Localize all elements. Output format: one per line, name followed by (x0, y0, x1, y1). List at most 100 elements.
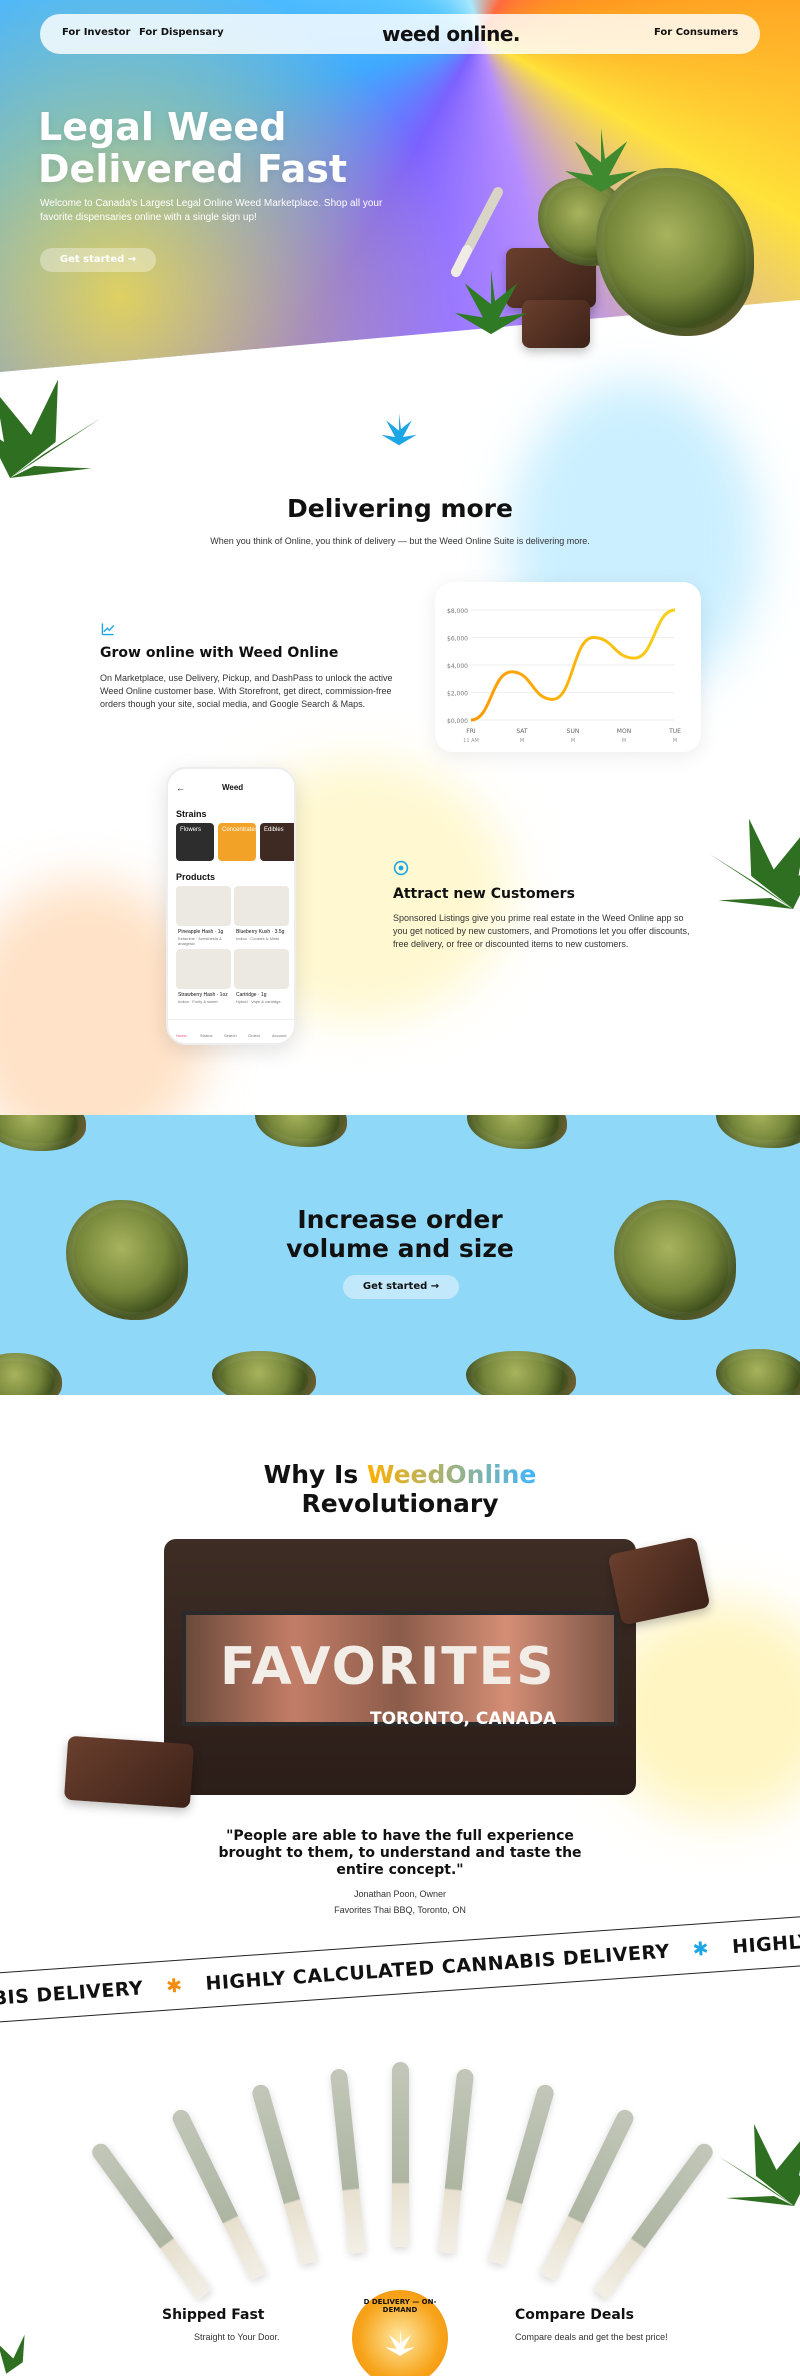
product-image[interactable] (176, 949, 231, 989)
revenue-line-chart: $8,000 $6,000 $4,000 $2,000 $0,000 FRI 11 AM SA… (447, 608, 681, 744)
bud-image (212, 1351, 316, 1395)
testimonial-quote: "People are able to have the full experi… (218, 1828, 582, 1878)
delivering-title: Delivering more (287, 494, 513, 523)
nav-link-consumers[interactable]: For Consumers (654, 27, 738, 38)
product-meta: Ketamine · Anesthesia & analgesic (178, 936, 222, 946)
why-title: Why Is WeedOnline Revolutionary (0, 1460, 800, 1518)
hero-title-line1: Legal Weed (38, 105, 287, 149)
order-title-line2: volume and size (286, 1234, 514, 1263)
joint-image (329, 2068, 366, 2254)
strain-tile-concentrates[interactable]: Concentrates (218, 823, 258, 861)
why-brand: WeedOnline (366, 1460, 537, 1489)
revenue-chart-card: $8,000 $6,000 $4,000 $2,000 $0,000 FRI 11 AM SA… (435, 582, 701, 752)
bud-image (716, 1349, 800, 1395)
shipped-fast-subtitle: Straight to Your Door. (194, 2332, 280, 2342)
strain-tile-edibles[interactable]: Edibles (260, 823, 294, 861)
hero-title: Legal Weed Delivered Fast (38, 106, 458, 190)
product-meta: Hybrid · Vape & cartridge (236, 999, 281, 1004)
top-nav: For Investor For Dispensary weed online.… (40, 14, 760, 54)
chart-x-tick: SAT (516, 728, 528, 735)
tab-account[interactable]: Account (272, 1033, 286, 1038)
strain-tile-flowers[interactable]: Flowers (176, 823, 214, 861)
compare-deals-title: Compare Deals (515, 2307, 634, 2323)
testimonial-org: Favorites Thai BBQ, Toronto, ON (334, 1905, 466, 1915)
product-name: Pineapple Hash · 1g (178, 929, 224, 935)
tab-orders[interactable]: Orders (248, 1033, 260, 1038)
cannabis-leaf-icon-2 (454, 270, 528, 335)
joint-image (88, 2140, 212, 2300)
phone-mockup: ← Weed Strains Flowers Concentrates Edib… (166, 767, 296, 1045)
ribbon-text: HIGHLY CALCULATED CANNABIS DELIVERY (204, 1940, 671, 1995)
chart-x-tick: SUN (567, 728, 580, 735)
strains-label: Strains (176, 809, 207, 819)
why-title-line2: Revolutionary (301, 1489, 499, 1518)
store-sign: FAVORITES (220, 1637, 556, 1697)
blue-leaf-icon: ✱ (691, 1937, 710, 1961)
compare-deals-subtitle: Compare deals and get the best price! (515, 2332, 668, 2342)
ribbon-text: HIGHLY CALCULATED CANNABIS DELIVERY (731, 1913, 800, 1959)
cannabis-leaf-icon-left (0, 379, 102, 478)
back-icon[interactable]: ← (176, 783, 185, 793)
chart-y-tick: $2,000 (447, 691, 468, 698)
chart-x-tick: FRI (466, 728, 476, 735)
bud-image (467, 1115, 567, 1149)
tab-home[interactable]: Home (176, 1033, 187, 1038)
why-prefix: Why Is (263, 1460, 367, 1489)
attract-body: Sponsored Listings give you prime real e… (393, 913, 690, 949)
product-name: Cartridge · 1g (236, 992, 267, 998)
store-city: TORONTO, CANADA (370, 1709, 557, 1729)
attract-title: Attract new Customers (393, 886, 575, 902)
grow-title: Grow online with Weed Online (100, 645, 339, 661)
ribbon-text: NABIS DELIVERY (0, 1977, 144, 2013)
joint-image (438, 2068, 475, 2254)
product-image[interactable] (234, 949, 289, 989)
tab-strains[interactable]: Strains (200, 1033, 212, 1038)
bud-image (716, 1115, 800, 1148)
product-meta: Indica · Cookies & Mints (236, 936, 280, 941)
cannabis-leaf-icon-bottom-left (0, 2334, 25, 2374)
chart-y-tick: $0,000 (447, 718, 468, 725)
badge-text: D DELIVERY — ON-DEMAND (363, 2298, 437, 2314)
chart-x-tick: TUE (668, 728, 681, 735)
nav-link-dispensary[interactable]: For Dispensary (139, 27, 224, 38)
cannabis-leaf-icon-bottom (718, 2124, 800, 2206)
phone-title: Weed (222, 783, 244, 792)
product-image[interactable] (234, 886, 289, 926)
growth-chart-icon (101, 623, 115, 636)
product-image[interactable] (176, 886, 231, 926)
white-cannabis-leaf-icon (385, 2328, 415, 2357)
grow-body: On Marketplace, use Delivery, Pickup, an… (100, 673, 393, 709)
order-volume-section: Increase order volume and size Get start… (0, 1115, 800, 1395)
delivering-subtitle: When you think of Online, you think of d… (210, 536, 590, 546)
chart-x-subtick: M (673, 738, 677, 744)
hero-get-started-button[interactable]: Get started → (40, 248, 156, 272)
order-get-started-button[interactable]: Get started → (343, 1275, 459, 1299)
target-icon (393, 860, 409, 876)
order-title-line1: Increase order (297, 1205, 503, 1234)
blue-cannabis-leaf-icon (381, 413, 417, 446)
tab-search[interactable]: Search (224, 1033, 237, 1038)
brand-logo[interactable]: weed online. (382, 22, 520, 46)
bud-image (255, 1115, 347, 1147)
why-title-line1: Why Is WeedOnline (0, 1460, 800, 1489)
bud-image (0, 1115, 86, 1151)
favorites-store-photo: FAVORITES TORONTO, CANADA (164, 1539, 636, 1795)
product-name: Strawberry Hash · 1oz (178, 992, 228, 998)
order-title: Increase order volume and size (0, 1205, 800, 1263)
brownie-image-4 (63, 1735, 195, 1809)
delivery-badge: D DELIVERY — ON-DEMAND (352, 2290, 448, 2376)
joint-image (250, 2082, 318, 2266)
phone-tabbar (168, 1019, 294, 1020)
bud-image (0, 1353, 62, 1395)
hero-title-line2: Delivered Fast (38, 147, 348, 191)
chart-y-tick: $6,000 (447, 636, 468, 643)
products-label: Products (176, 872, 216, 882)
joint-image (593, 2140, 717, 2300)
hero-subtitle: Welcome to Canada's Largest Legal Online… (40, 198, 383, 223)
bud-image (466, 1351, 576, 1395)
nav-link-investor[interactable]: For Investor (62, 27, 130, 38)
chart-x-subtick: M (571, 738, 575, 744)
chart-x-subtick: 11 AM (463, 738, 479, 744)
chart-x-tick: MON (617, 728, 631, 735)
orange-leaf-icon: ✱ (165, 1974, 184, 1998)
